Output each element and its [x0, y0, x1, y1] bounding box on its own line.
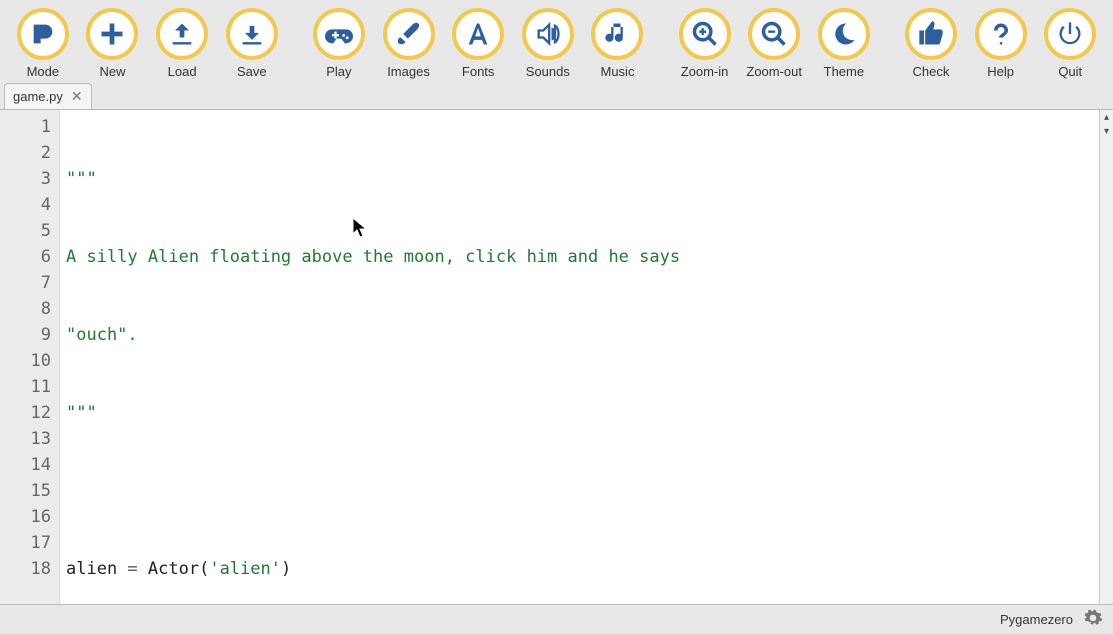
plus-icon [98, 20, 126, 48]
new-label: New [99, 64, 125, 79]
quit-label: Quit [1058, 64, 1082, 79]
editor: 1 2 3 4 5 6 7 8 9 10 11 12 13 14 15 16 1… [0, 109, 1113, 604]
line-number: 17 [4, 530, 51, 556]
new-button[interactable]: New [78, 8, 148, 79]
help-button[interactable]: Help [966, 8, 1036, 79]
mode-indicator: Pygamezero [1000, 612, 1073, 627]
mouse-cursor-icon [353, 218, 367, 238]
music-label: Music [601, 64, 635, 79]
gear-icon [1083, 608, 1103, 628]
theme-button[interactable]: Theme [809, 8, 879, 79]
sounds-button[interactable]: Sounds [513, 8, 583, 79]
power-icon [1056, 20, 1084, 48]
mode-button[interactable]: Mode [8, 8, 78, 79]
tab-bar: game.py ✕ [0, 83, 1113, 109]
zoom-in-button[interactable]: Zoom-in [670, 8, 740, 79]
question-icon [987, 20, 1015, 48]
music-button[interactable]: Music [583, 8, 653, 79]
mode-label: Mode [27, 64, 60, 79]
settings-button[interactable] [1083, 608, 1103, 631]
check-button[interactable]: Check [896, 8, 966, 79]
line-number: 15 [4, 478, 51, 504]
tab-label: game.py [13, 89, 63, 104]
close-icon[interactable]: ✕ [71, 88, 83, 105]
line-number: 5 [4, 218, 51, 244]
save-icon [238, 20, 266, 48]
tab-game-py[interactable]: game.py ✕ [4, 83, 92, 109]
line-number: 8 [4, 296, 51, 322]
zoom-in-label: Zoom-in [681, 64, 729, 79]
line-number: 1 [4, 114, 51, 140]
line-number: 4 [4, 192, 51, 218]
theme-label: Theme [824, 64, 864, 79]
line-number: 10 [4, 348, 51, 374]
line-number: 16 [4, 504, 51, 530]
mode-icon [29, 20, 57, 48]
play-button[interactable]: Play [304, 8, 374, 79]
zoom-out-icon [760, 20, 788, 48]
line-number: 2 [4, 140, 51, 166]
line-number: 14 [4, 452, 51, 478]
thumbs-up-icon [917, 20, 945, 48]
brush-icon [395, 20, 423, 48]
vertical-scrollbar[interactable]: ▴ ▾ [1099, 110, 1113, 604]
load-button[interactable]: Load [147, 8, 217, 79]
zoom-out-label: Zoom-out [746, 64, 802, 79]
music-icon [603, 20, 631, 48]
images-label: Images [387, 64, 430, 79]
gamepad-icon [325, 20, 353, 48]
line-number: 13 [4, 426, 51, 452]
images-button[interactable]: Images [374, 8, 444, 79]
fonts-label: Fonts [462, 64, 495, 79]
font-icon [464, 20, 492, 48]
status-bar: Pygamezero [0, 604, 1113, 634]
sounds-label: Sounds [526, 64, 570, 79]
scroll-up-icon[interactable]: ▴ [1100, 110, 1113, 124]
scroll-down-icon[interactable]: ▾ [1100, 124, 1113, 138]
quit-button[interactable]: Quit [1035, 8, 1105, 79]
line-number: 3 [4, 166, 51, 192]
line-number-gutter: 1 2 3 4 5 6 7 8 9 10 11 12 13 14 15 16 1… [0, 110, 60, 604]
sound-icon [534, 20, 562, 48]
line-number: 6 [4, 244, 51, 270]
line-number: 11 [4, 374, 51, 400]
fonts-button[interactable]: Fonts [443, 8, 513, 79]
code-area[interactable]: """ A silly Alien floating above the moo… [60, 110, 1113, 604]
save-button[interactable]: Save [217, 8, 287, 79]
save-label: Save [237, 64, 267, 79]
load-icon [168, 20, 196, 48]
line-number: 7 [4, 270, 51, 296]
moon-icon [830, 20, 858, 48]
check-label: Check [912, 64, 949, 79]
play-label: Play [326, 64, 351, 79]
line-number: 18 [4, 556, 51, 582]
help-label: Help [987, 64, 1014, 79]
line-number: 9 [4, 322, 51, 348]
toolbar: Mode New Load Save Play Images Fonts Sou… [0, 0, 1113, 83]
load-label: Load [168, 64, 197, 79]
line-number: 12 [4, 400, 51, 426]
zoom-in-icon [691, 20, 719, 48]
zoom-out-button[interactable]: Zoom-out [739, 8, 809, 79]
